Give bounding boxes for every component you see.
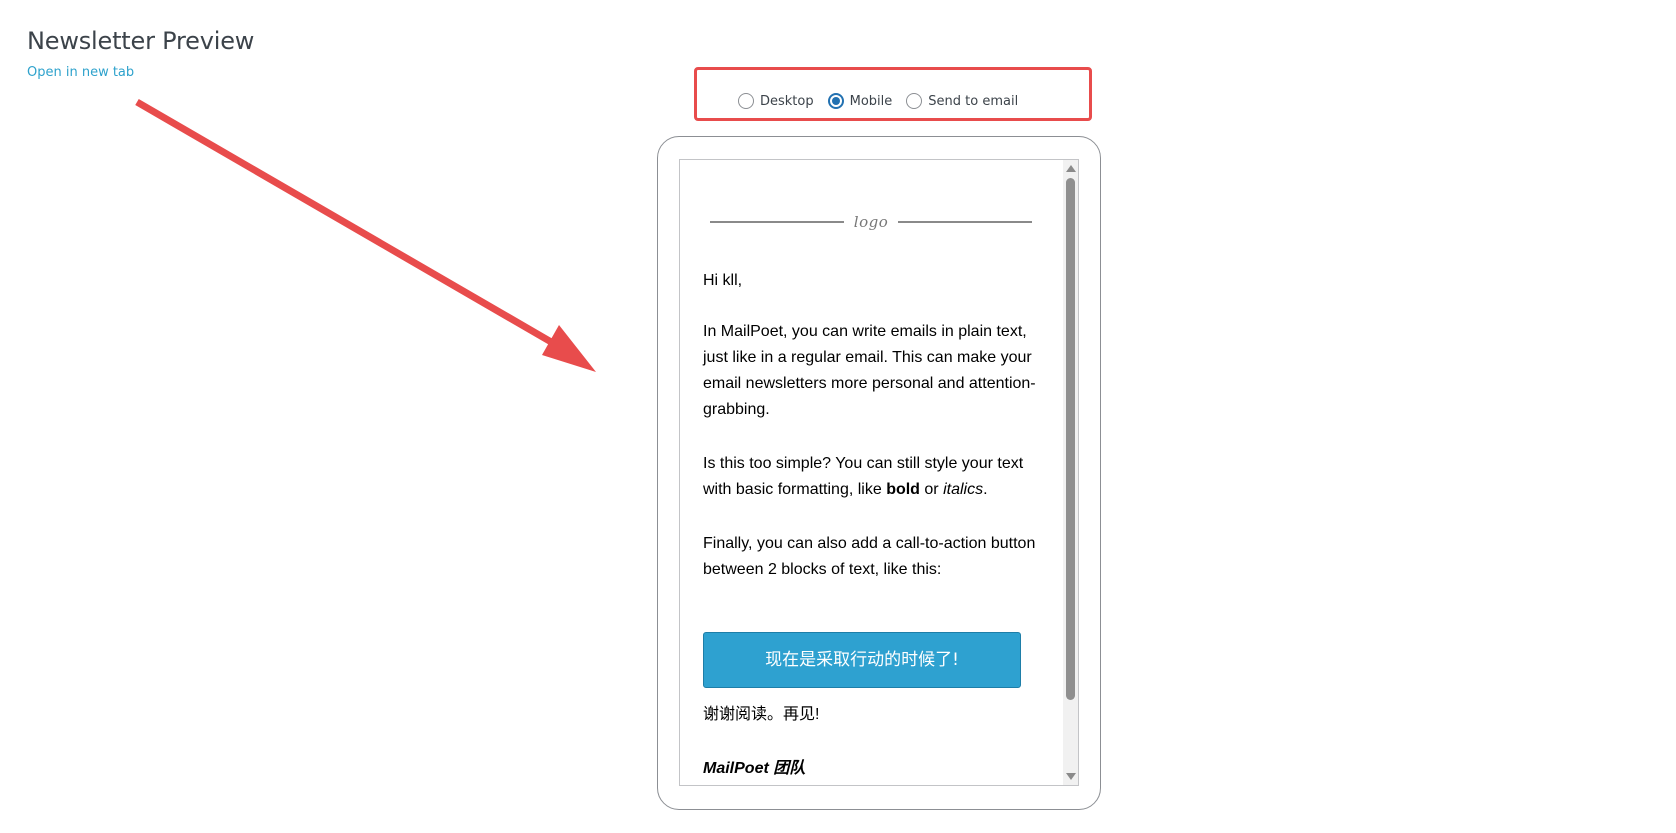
scroll-up-icon[interactable] (1066, 165, 1076, 172)
scroll-thumb[interactable] (1066, 178, 1075, 700)
send-to-email-radio[interactable] (906, 93, 923, 109)
desktop-label: Desktop (760, 93, 814, 109)
mode-mobile-option[interactable]: Mobile (827, 93, 893, 109)
cta-button[interactable]: 现在是采取行动的时候了! (703, 632, 1021, 688)
email-signature: MailPoet 团队 (703, 760, 806, 777)
page-title: Newsletter Preview (27, 27, 255, 55)
para2-italic: italics (943, 481, 984, 498)
para2-text-mid: or (919, 481, 944, 498)
email-preview-frame[interactable]: logo Hi kll, In MailPoet, you can write … (679, 159, 1079, 786)
mobile-radio[interactable] (827, 93, 844, 109)
email-closing: 谢谢阅读。再见! (703, 706, 820, 723)
email-paragraph-3: Finally, you can also add a call-to-acti… (703, 535, 1036, 578)
email-greeting: Hi kll, (703, 272, 743, 289)
logo-line-left (710, 221, 844, 223)
logo-placeholder: logo (853, 213, 889, 231)
mobile-label: Mobile (849, 93, 893, 109)
para2-text-end: . (983, 481, 988, 498)
preview-scrollbar[interactable] (1063, 160, 1078, 785)
send-to-email-label: Send to email (928, 93, 1019, 109)
open-in-new-tab-link[interactable]: Open in new tab (27, 65, 134, 80)
scroll-down-icon[interactable] (1066, 773, 1076, 780)
mode-desktop-option[interactable]: Desktop (738, 93, 814, 109)
logo-line-right (898, 221, 1032, 223)
email-paragraph-1: In MailPoet, you can write emails in pla… (703, 323, 1036, 418)
logo-divider: logo (710, 210, 1032, 234)
para2-bold: bold (886, 481, 920, 498)
preview-mode-selector: Desktop Mobile Send to email (738, 93, 1032, 109)
email-paragraph-2: Is this too simple? You can still style … (703, 451, 1043, 503)
desktop-radio[interactable] (738, 93, 754, 109)
mode-send-to-email-option[interactable]: Send to email (906, 93, 1018, 109)
